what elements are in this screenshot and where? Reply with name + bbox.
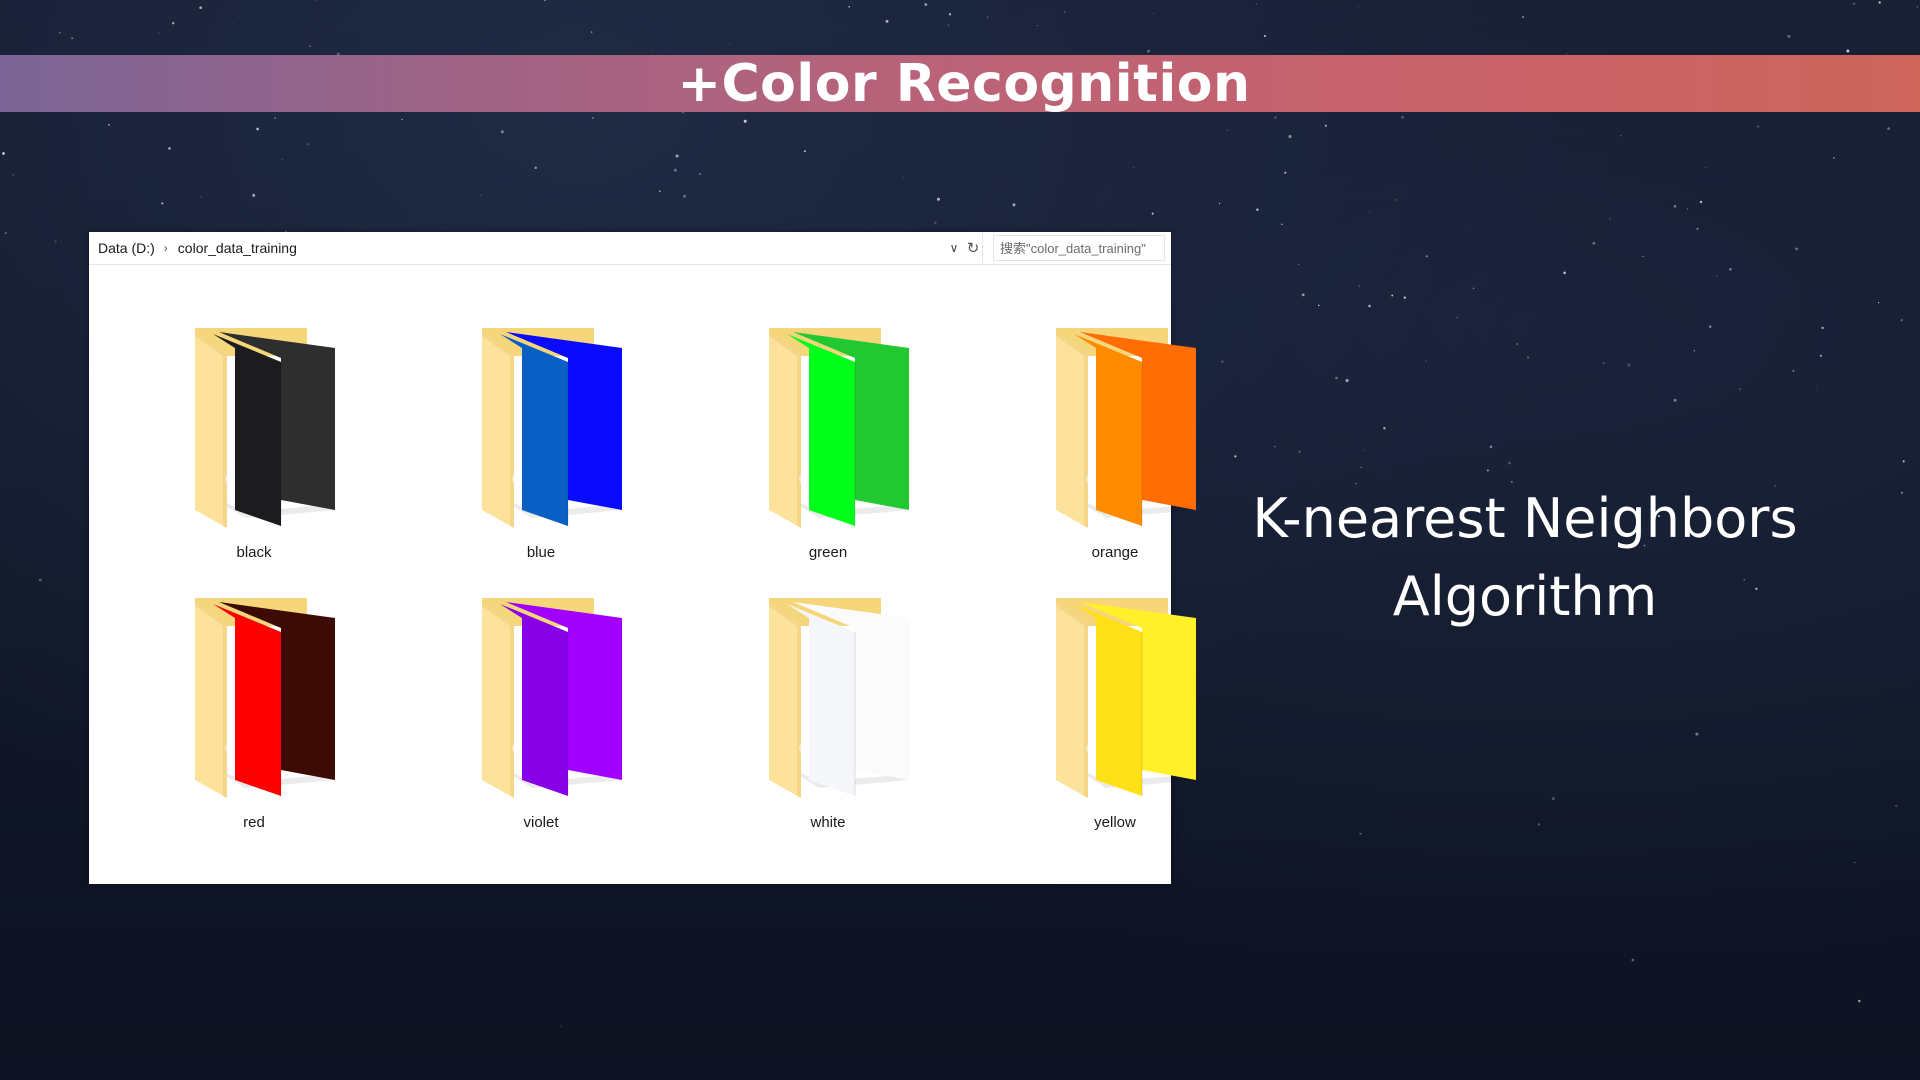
address-bar[interactable]: Data (D:) › color_data_training ∨ ↻ — [89, 232, 983, 264]
subtitle-line-2: Algorithm — [1392, 565, 1658, 628]
file-explorer-window: Data (D:) › color_data_training ∨ ↻ blac… — [89, 232, 1196, 884]
folder-icon — [195, 328, 335, 528]
folder-item-orange[interactable]: orange — [1020, 318, 1210, 568]
folder-item-violet[interactable]: violet — [446, 588, 636, 838]
folder-icon — [769, 598, 909, 798]
folder-label: yellow — [1094, 814, 1136, 831]
folder-label: red — [243, 814, 265, 831]
folder-icon — [1056, 328, 1196, 528]
folder-item-red[interactable]: red — [159, 588, 349, 838]
breadcrumb-drive[interactable]: Data (D:) — [98, 240, 155, 256]
folder-item-white[interactable]: white — [733, 588, 923, 838]
folder-item-yellow[interactable]: yellow — [1020, 588, 1210, 838]
folder-icon — [482, 328, 622, 528]
refresh-icon[interactable]: ↻ — [963, 238, 983, 258]
folder-icon — [769, 328, 909, 528]
slide-subtitle: K-nearest Neighbors Algorithm — [1200, 480, 1850, 636]
subtitle-line-1: K-nearest Neighbors — [1252, 487, 1798, 550]
folder-label: blue — [526, 544, 556, 561]
folder-icon — [482, 598, 622, 798]
folder-label: black — [236, 544, 272, 561]
folder-label: white — [810, 814, 846, 831]
folder-label: orange — [1091, 544, 1139, 561]
explorer-toolbar: Data (D:) › color_data_training ∨ ↻ — [89, 232, 1171, 265]
title-banner: +Color Recognition — [0, 53, 1920, 114]
folder-item-green[interactable]: green — [733, 318, 923, 568]
folder-icon — [1056, 598, 1196, 798]
chevron-right-icon[interactable]: › — [164, 241, 168, 255]
slide-title: +Color Recognition — [677, 53, 1251, 114]
breadcrumb-folder[interactable]: color_data_training — [178, 240, 297, 256]
folder-label: violet — [523, 814, 559, 831]
folder-item-blue[interactable]: blue — [446, 318, 636, 568]
folder-item-black[interactable]: black — [159, 318, 349, 568]
search-input[interactable] — [993, 235, 1165, 261]
folder-icon — [195, 598, 335, 798]
folder-label: green — [808, 544, 848, 561]
chevron-down-icon[interactable]: ∨ — [945, 239, 963, 257]
